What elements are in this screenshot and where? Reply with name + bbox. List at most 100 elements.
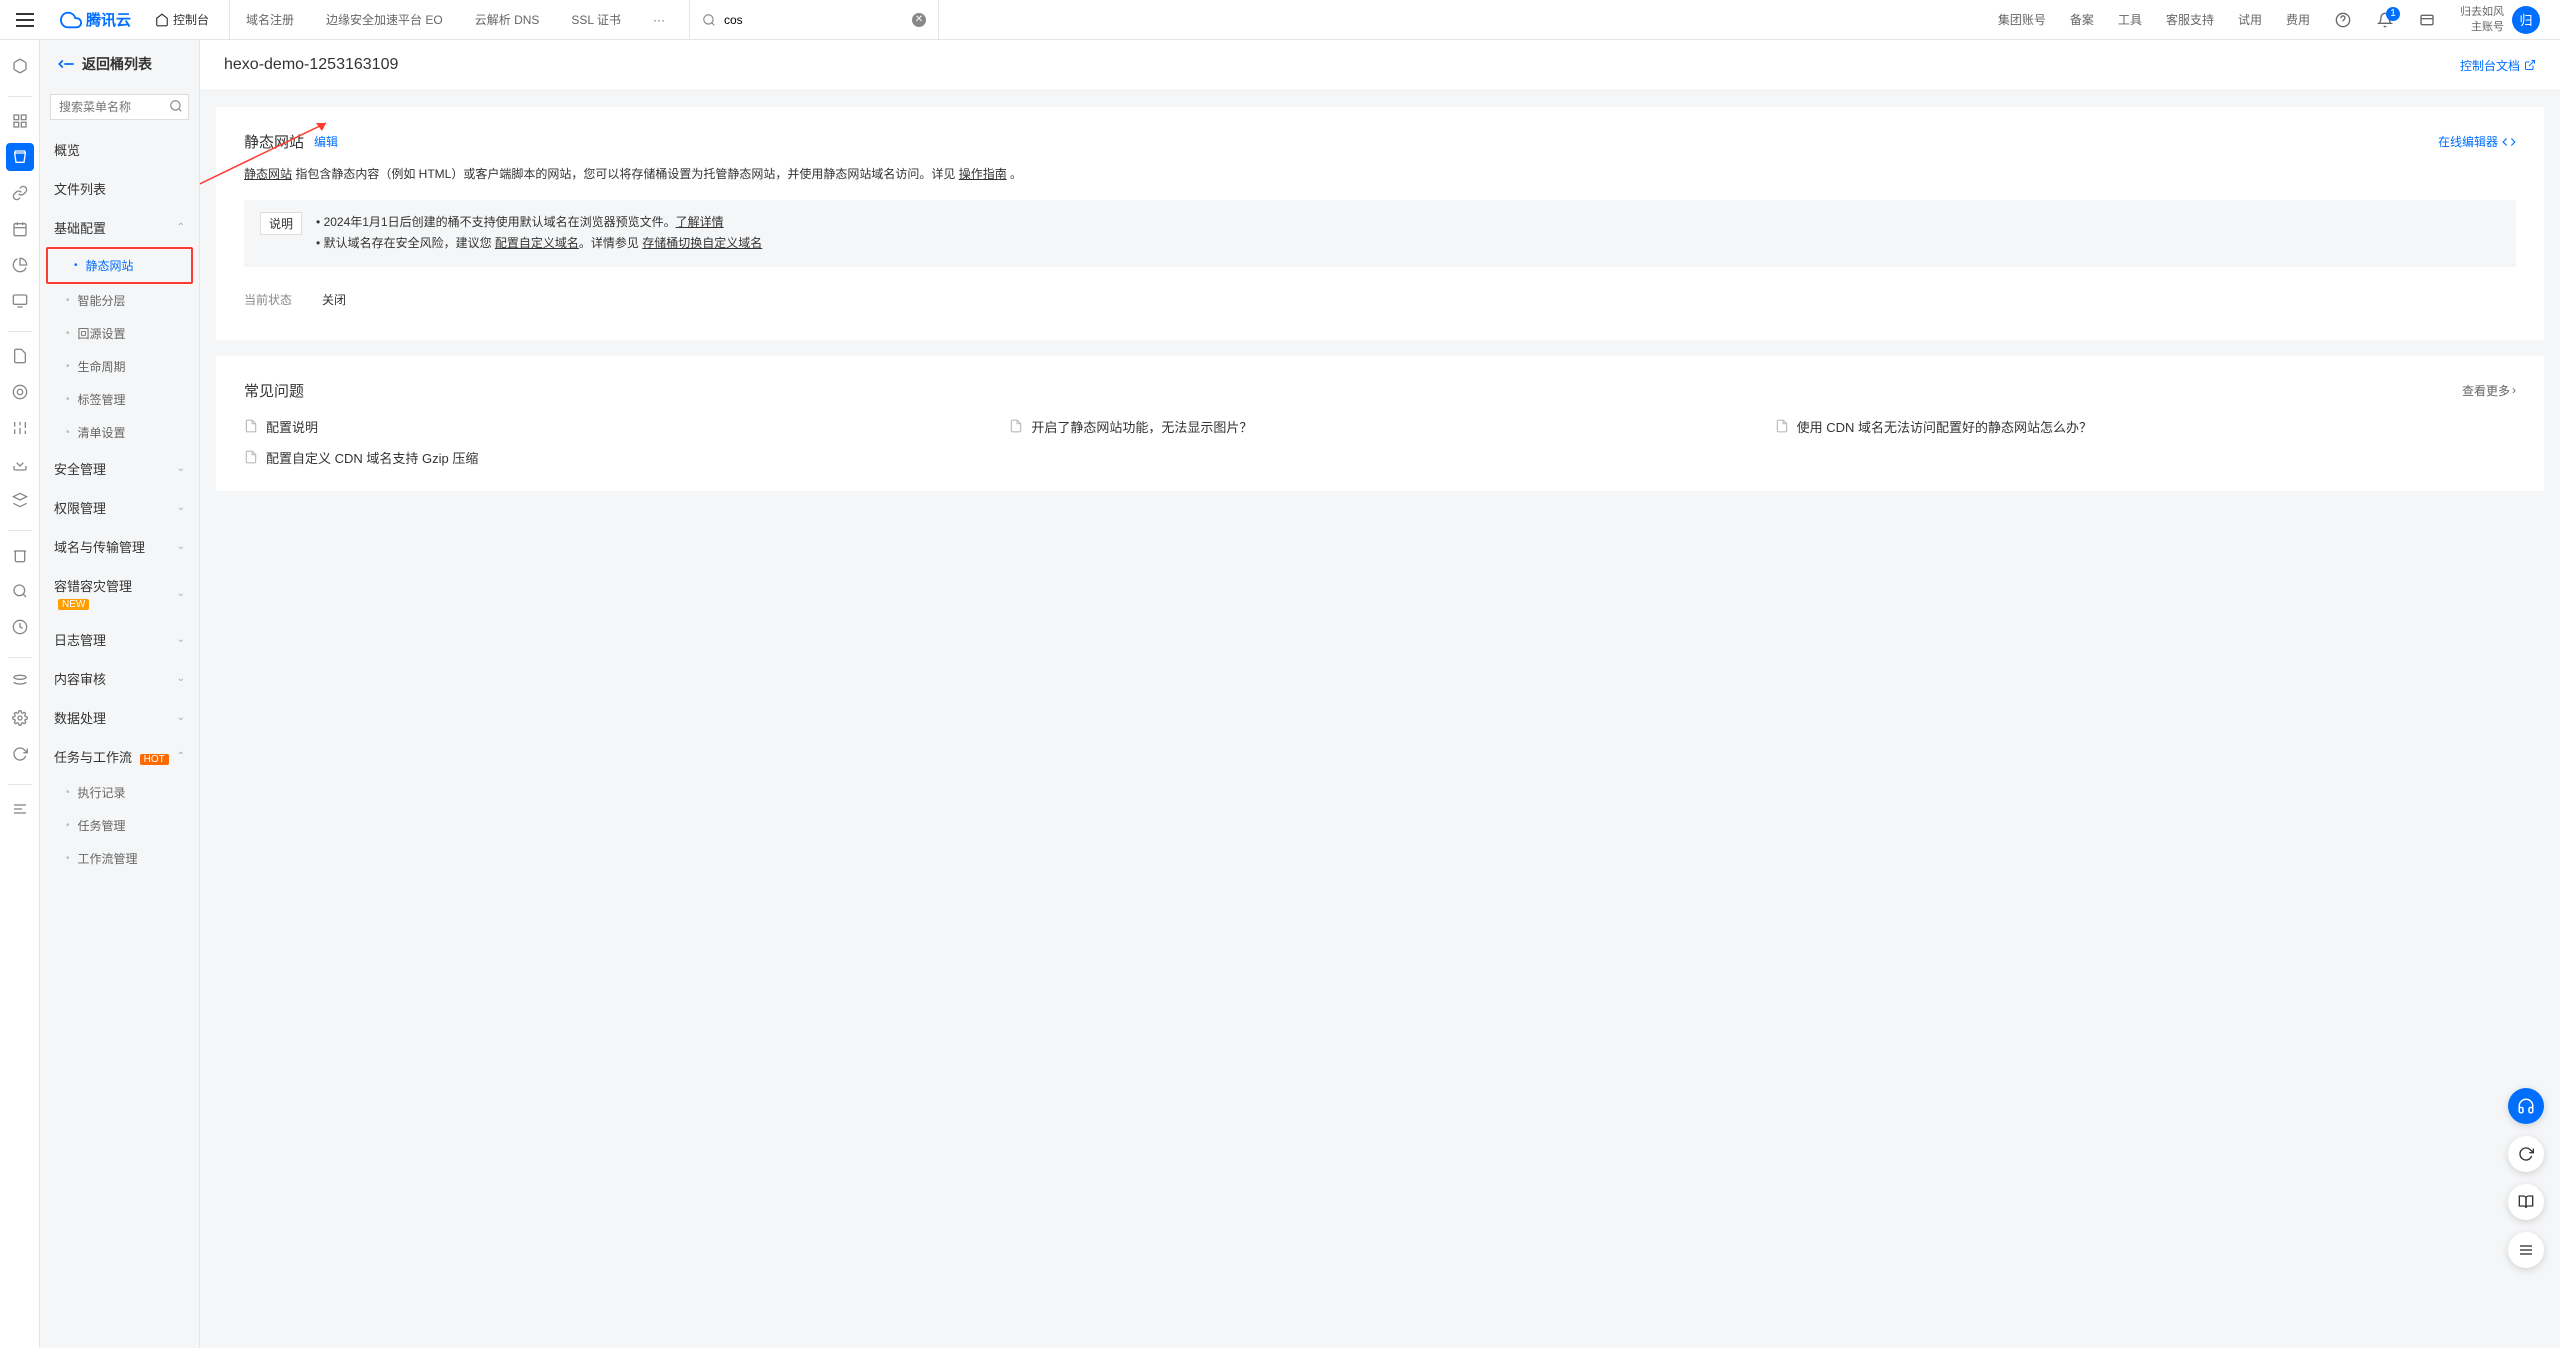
sidebar-item-exec-record[interactable]: 执行记录 [40,776,199,809]
link-tools[interactable]: 工具 [2106,0,2154,40]
rail-sliders-icon[interactable] [6,414,34,442]
rail-layers-icon[interactable] [6,486,34,514]
status-row: 当前状态 关闭 [244,283,2516,316]
rail-grid-icon[interactable] [6,107,34,135]
nav-edge-eo[interactable]: 边缘安全加速平台 EO [310,0,459,40]
description: 静态网站 指包含静态内容（例如 HTML）或客户端脚本的网站，您可以将存储桶设置… [244,164,2516,186]
link-trial[interactable]: 试用 [2226,0,2274,40]
brand-logo[interactable]: 腾讯云 [60,9,131,31]
refresh-float-btn[interactable] [2508,1136,2544,1172]
sidebar-item-static-site[interactable]: 静态网站 [48,249,191,282]
search-input[interactable] [724,13,904,27]
info-box: 说明 • 2024年1月1日后创建的桶不支持使用默认域名在浏览器预览文件。了解详… [244,200,2516,267]
support-float-btn[interactable] [2508,1088,2544,1124]
help-icon-wrap[interactable] [2322,0,2364,40]
highlight-annotation: 静态网站 [46,247,193,284]
link-support[interactable]: 客服支持 [2154,0,2226,40]
faq-item[interactable]: 配置说明 [244,417,985,436]
rail-collapse-icon[interactable] [6,795,34,823]
rail-clock-icon[interactable] [6,613,34,641]
faq-item[interactable]: 配置自定义 CDN 域名支持 Gzip 压缩 [244,448,985,467]
search-clear-icon[interactable]: ✕ [912,13,926,27]
rail-monitor-icon[interactable] [6,287,34,315]
sidebar-item-permission[interactable]: 权限管理⌄ [40,488,199,527]
link-beian[interactable]: 备案 [2058,0,2106,40]
guide-link[interactable]: 操作指南 [959,167,1007,181]
chevron-down-icon: ⌄ [177,634,185,645]
chevron-right-icon: › [2512,383,2516,397]
sidebar-item-audit[interactable]: 内容审核⌄ [40,659,199,698]
switch-domain-link[interactable]: 存储桶切换自定义域名 [642,236,762,250]
sidebar-item-data-process[interactable]: 数据处理⌄ [40,698,199,737]
notification-badge: 1 [2386,7,2400,21]
console-doc-link[interactable]: 控制台文档 [2460,57,2536,74]
menu-float-btn[interactable] [2508,1232,2544,1268]
user-menu[interactable]: 归去如风 主账号 归 [2448,5,2552,34]
sidebar-item-basic-config[interactable]: 基础配置⌃ [40,208,199,247]
sidebar-item-origin[interactable]: 回源设置 [40,317,199,350]
custom-domain-link[interactable]: 配置自定义域名 [495,236,579,250]
bell-icon: 1 [2376,11,2394,29]
console-link[interactable]: 控制台 [155,11,209,28]
link-billing[interactable]: 费用 [2274,0,2322,40]
refresh-icon [2518,1146,2534,1162]
sidebar-item-domain[interactable]: 域名与传输管理⌄ [40,527,199,566]
rail-link-icon[interactable] [6,179,34,207]
sidebar-item-workflow-mgmt[interactable]: 工作流管理 [40,842,199,875]
edit-link[interactable]: 编辑 [314,133,338,150]
rail-file-icon[interactable] [6,342,34,370]
notification-icon-wrap[interactable]: 1 [2364,0,2406,40]
sidebar-item-lifecycle[interactable]: 生命周期 [40,350,199,383]
arrow-left-icon [62,57,76,71]
nav-more[interactable]: ··· [637,0,681,40]
sidebar-item-fault[interactable]: 容错容灾管理NEW ⌄ [40,566,199,620]
chevron-up-icon: ⌃ [177,222,185,233]
main-content: hexo-demo-1253163109 控制台文档 静态网站 编辑 在线编辑器 [200,40,2560,1348]
new-badge: NEW [58,599,89,610]
hamburger-menu[interactable] [16,8,40,32]
sidebar-search [50,94,189,120]
user-name: 归去如风 [2460,5,2504,19]
nav-domain-reg[interactable]: 域名注册 [230,0,310,40]
rail-gear-icon[interactable] [6,704,34,732]
rail-trash-icon[interactable] [6,541,34,569]
rail-bucket-icon[interactable] [6,143,34,171]
list-icon [2518,1242,2534,1258]
sidebar-item-log[interactable]: 日志管理⌄ [40,620,199,659]
inbox-icon-wrap[interactable] [2406,0,2448,40]
back-button[interactable]: 返回桶列表 [40,40,199,88]
nav-dns[interactable]: 云解析 DNS [459,0,556,40]
learn-more-link[interactable]: 了解详情 [676,215,724,229]
rail-zoom-icon[interactable] [6,577,34,605]
sidebar-item-filelist[interactable]: 文件列表 [40,169,199,208]
sidebar-item-smart-tier[interactable]: 智能分层 [40,284,199,317]
docs-float-btn[interactable] [2508,1184,2544,1220]
inbox-icon [2418,11,2436,29]
view-more-link[interactable]: 查看更多 › [2462,382,2516,399]
sidebar-item-task-mgmt[interactable]: 任务管理 [40,809,199,842]
rail-pie-icon[interactable] [6,251,34,279]
rail-target-icon[interactable] [6,378,34,406]
online-editor-link[interactable]: 在线编辑器 [2438,133,2516,150]
faq-grid: 配置说明 开启了静态网站功能，无法显示图片？ 使用 CDN 域名无法访问配置好的… [244,417,2516,467]
info-label: 说明 [260,212,302,235]
sidebar-item-workflow[interactable]: 任务与工作流 HOT ⌃ [40,737,199,776]
icon-rail [0,40,40,1348]
float-buttons [2508,1088,2544,1268]
cloud-icon [60,9,82,31]
link-group-account[interactable]: 集团账号 [1986,0,2058,40]
rail-calendar-icon[interactable] [6,215,34,243]
nav-ssl[interactable]: SSL 证书 [555,0,637,40]
sidebar-item-inventory[interactable]: 清单设置 [40,416,199,449]
rail-download-icon[interactable] [6,450,34,478]
sidebar-item-tags[interactable]: 标签管理 [40,383,199,416]
rail-cube-icon[interactable] [6,52,34,80]
sidebar-item-overview[interactable]: 概览 [40,130,199,169]
sidebar-item-security[interactable]: 安全管理⌄ [40,449,199,488]
chevron-down-icon: ⌄ [177,541,185,552]
rail-refresh-icon[interactable] [6,740,34,768]
faq-item[interactable]: 开启了静态网站功能，无法显示图片？ [1009,417,1750,436]
faq-item[interactable]: 使用 CDN 域名无法访问配置好的静态网站怎么办？ [1775,417,2516,436]
rail-db-icon[interactable] [6,668,34,696]
arrow-annotation [200,115,356,205]
